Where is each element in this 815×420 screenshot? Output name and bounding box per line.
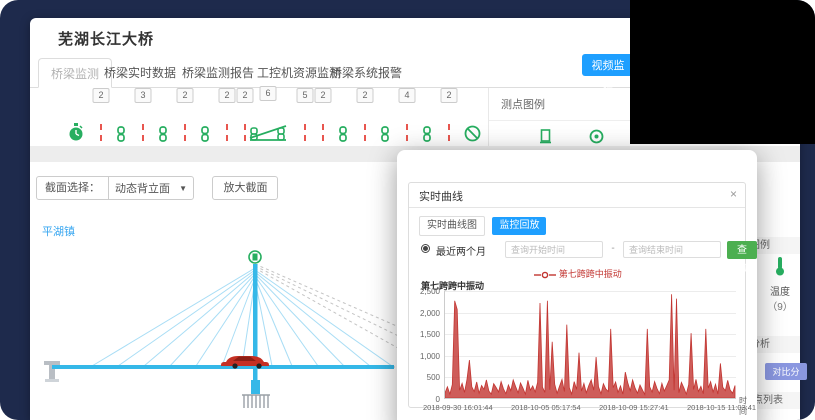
section-select-dropdown[interactable]: 动态背立面 ▼ — [109, 180, 193, 196]
modal-tabs: 实时曲线图 监控回放 — [419, 215, 546, 233]
sensor-count-badge: 2 — [93, 88, 110, 103]
desktop-background: 芜湖长江大桥 桥梁监测桥梁实时数据桥梁监测报告工控机资源监测桥梁系统报警 视频监… — [0, 0, 815, 420]
sensor-count-badge: 2 — [441, 88, 458, 103]
temperature-count: （9） — [755, 298, 805, 313]
sensor-count-badge: 2 — [237, 88, 254, 103]
sensor-count-badge: 2 — [177, 88, 194, 103]
section-controls: 截面选择： 动态背立面 ▼ 放大截面 — [36, 176, 278, 200]
modal-window: 实时曲线 × 实时曲线图 监控回放 最近两个月 - 查询 第七跨跨中振动 第七跨… — [397, 150, 757, 420]
section-select-label: 截面选择： — [37, 177, 109, 199]
sensor-count-badge: 2 — [315, 88, 332, 103]
sensor-dash-marker: 5 — [304, 124, 306, 142]
query-start-time-input[interactable] — [505, 241, 603, 258]
last-two-months-radio[interactable] — [421, 244, 430, 253]
compare-analysis-button[interactable]: 对比分析 — [765, 363, 807, 380]
sensor-dash-marker: 2 — [244, 124, 246, 142]
sensor-dash-marker: 2 — [448, 124, 450, 142]
sensor-dash-marker: 2 — [322, 124, 324, 142]
black-overlay-window — [630, 0, 815, 144]
left-pier — [44, 361, 60, 382]
sensor-dash-marker: 2 — [100, 124, 102, 142]
section-select-group: 截面选择： 动态背立面 ▼ — [36, 176, 194, 200]
sensor-count-badge: 3 — [135, 88, 152, 103]
y-axis-tick: 500 — [406, 373, 440, 382]
query-row: 最近两个月 - 查询 — [419, 241, 737, 261]
thermometer-icon — [774, 256, 786, 276]
chain-link-icon[interactable] — [158, 126, 168, 142]
x-axis-tick: 2018-10-05 05:17:54 — [511, 403, 581, 412]
sensor-count-badge: 4 — [399, 88, 416, 103]
x-axis-tick: 2018-09-30 16:01:44 — [423, 403, 493, 412]
chain-link-icon[interactable] — [200, 126, 210, 142]
y-axis-tick: 1,500 — [406, 330, 440, 339]
y-axis-tick: 1,000 — [406, 352, 440, 361]
enlarge-section-button[interactable]: 放大截面 — [212, 176, 278, 200]
x-axis-name: 时间 — [739, 395, 747, 417]
beam-sensor-icon[interactable]: 6 — [248, 122, 288, 142]
legend-line-icon — [534, 271, 556, 279]
chain-link-icon[interactable] — [116, 126, 126, 142]
last-two-months-label: 最近两个月 — [436, 243, 486, 258]
section-select-value: 动态背立面 — [115, 180, 170, 196]
ban-icon[interactable] — [464, 125, 481, 142]
y-axis-tick: 2,500 — [406, 287, 440, 296]
sensor-count-badge: 2 — [357, 88, 374, 103]
page-title: 芜湖长江大桥 — [58, 28, 154, 49]
chain-link-icon[interactable] — [422, 126, 432, 142]
bank-label: 平湖镇 — [42, 223, 75, 239]
query-end-time-input[interactable] — [623, 241, 721, 258]
legend-label: 第七跨跨中振动 — [559, 269, 622, 279]
sensor-count-badge: 5 — [297, 88, 314, 103]
main-tab-4[interactable]: 桥梁系统报警 — [318, 58, 414, 88]
y-axis-tick: 2,000 — [406, 309, 440, 318]
chart-plot-area: 2,5002,0001,5001,00050002018-09-30 16:01… — [444, 291, 736, 399]
temperature-label: 温度 — [755, 283, 805, 298]
realtime-curve-dialog: 实时曲线 × 实时曲线图 监控回放 最近两个月 - 查询 第七跨跨中振动 第七跨… — [408, 182, 746, 408]
series-area — [445, 290, 737, 398]
sensor-dash-marker: 2 — [226, 124, 228, 142]
range-separator: - — [607, 243, 619, 254]
modal-title: 实时曲线 — [419, 188, 463, 204]
sensor-dash-marker: 4 — [406, 124, 408, 142]
sensor-dash-marker: 3 — [142, 124, 144, 142]
stopwatch-icon — [68, 122, 84, 142]
sensor-count-badge: 6 — [260, 86, 277, 101]
close-icon[interactable]: × — [730, 187, 737, 201]
modal-titlebar: 实时曲线 × — [409, 183, 745, 208]
tower-top-sensor-icon — [249, 251, 261, 263]
sensor-strip: 23222652242 — [38, 90, 488, 148]
sensor-dash-marker: 2 — [184, 124, 186, 142]
chain-link-icon[interactable] — [338, 126, 348, 142]
temperature-item[interactable]: 温度 （9） — [755, 256, 805, 313]
x-axis-tick: 2018-10-09 15:27:41 — [599, 403, 669, 412]
chain-link-icon[interactable] — [380, 126, 390, 142]
sensor-count-badge: 2 — [219, 88, 236, 103]
tab-realtime-curve[interactable]: 实时曲线图 — [419, 216, 485, 236]
tab-playback[interactable]: 监控回放 — [492, 217, 546, 235]
sensor-dash-marker: 2 — [364, 124, 366, 142]
video-monitor-button[interactable]: 视频监控 — [582, 54, 634, 76]
query-button[interactable]: 查询 — [727, 241, 757, 259]
chevron-down-icon: ▼ — [179, 184, 187, 193]
